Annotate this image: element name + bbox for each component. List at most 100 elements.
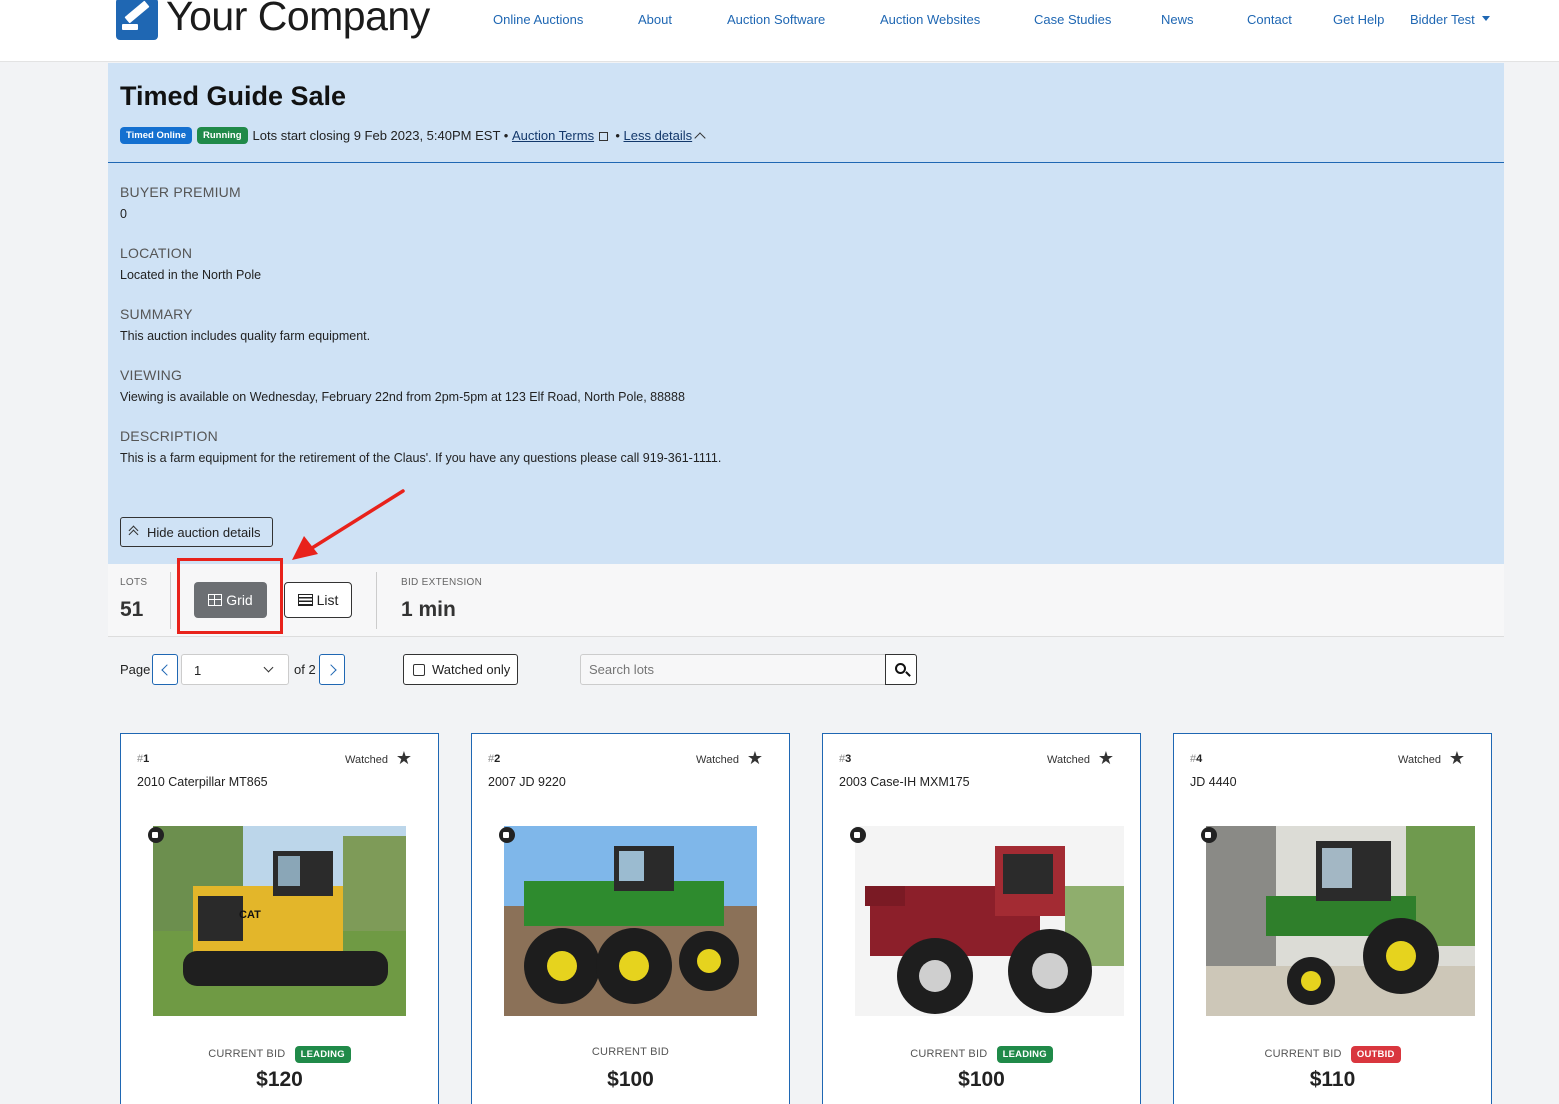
- field-value: This auction includes quality farm equip…: [120, 329, 371, 343]
- video-icon: [1201, 827, 1217, 843]
- current-bid-row: CURRENT BID LEADING: [121, 1046, 438, 1063]
- lot-image[interactable]: [488, 826, 773, 1016]
- current-bid-label: CURRENT BID: [208, 1048, 286, 1060]
- annotation-highlight-box: [177, 558, 283, 634]
- current-bid-amount: $110: [1309, 1068, 1356, 1091]
- checkbox-icon: [413, 664, 425, 676]
- details-divider: [108, 162, 1504, 163]
- watched-only-label: Watched only: [432, 662, 511, 677]
- tractor-photo-jd4440: [1206, 826, 1475, 1016]
- less-details-link[interactable]: Less details: [624, 128, 693, 143]
- video-icon: [148, 827, 164, 843]
- lot-title[interactable]: 2003 Case-IH MXM175: [839, 775, 970, 789]
- watched-label: Watched: [695, 754, 739, 766]
- tractor-photo-jd9220: [504, 826, 757, 1016]
- current-bid-amount: $120: [256, 1068, 303, 1091]
- chevron-left-icon: [161, 664, 173, 676]
- auction-meta-row: Timed Online Running Lots start closing …: [120, 127, 706, 144]
- bid-status-badge: OUTBID: [1350, 1046, 1401, 1063]
- current-bid-row: CURRENT BID: [472, 1046, 789, 1058]
- current-bid-amount: $100: [607, 1068, 654, 1091]
- lots-label: LOTS: [120, 577, 148, 588]
- hide-details-label: Hide auction details: [147, 524, 261, 540]
- lot-card[interactable]: #1 Watched ★ 2010 Caterpillar MT865 CAT …: [120, 733, 439, 1104]
- current-bid-amount: $100: [958, 1068, 1005, 1091]
- bullet-separator: •: [615, 128, 620, 143]
- chevron-down-icon: [263, 662, 274, 673]
- tractor-photo-cat: CAT: [153, 826, 406, 1016]
- video-icon: [850, 827, 866, 843]
- bid-extension-value: 1 min: [401, 598, 456, 621]
- auction-stats-bar: LOTS 51 Grid List BID EXTENSION 1 min: [108, 564, 1504, 637]
- star-icon[interactable]: ★: [747, 749, 763, 767]
- location-field: LOCATION Located in the North Pole: [120, 245, 261, 282]
- nav-get-help[interactable]: Get Help: [1333, 12, 1384, 27]
- lot-title[interactable]: 2010 Caterpillar MT865: [137, 775, 268, 789]
- watched-only-toggle[interactable]: Watched only: [403, 654, 518, 685]
- page-select[interactable]: 1: [181, 654, 289, 685]
- bid-status-badge: LEADING: [996, 1046, 1053, 1063]
- auction-terms-link[interactable]: Auction Terms: [512, 128, 594, 143]
- nav-auction-websites[interactable]: Auction Websites: [880, 12, 980, 27]
- nav-online-auctions[interactable]: Online Auctions: [493, 12, 583, 27]
- field-value: Located in the North Pole: [120, 268, 262, 282]
- prev-page-button[interactable]: [152, 654, 178, 685]
- nav-case-studies[interactable]: Case Studies: [1034, 12, 1111, 27]
- lot-card[interactable]: #4 Watched ★ JD 4440 CURRENT BID OUTBID …: [1173, 733, 1492, 1104]
- field-label: BUYER PREMIUM: [120, 184, 241, 200]
- buyer-premium-field: BUYER PREMIUM 0: [120, 184, 241, 221]
- page-label: Page: [120, 662, 151, 677]
- nav-contact[interactable]: Contact: [1247, 12, 1292, 27]
- stats-separator: [376, 572, 377, 629]
- lot-image[interactable]: [1190, 826, 1475, 1016]
- lot-image[interactable]: CAT: [137, 826, 422, 1016]
- user-menu-dropdown[interactable]: Bidder Test: [1410, 12, 1490, 27]
- lot-card[interactable]: #2 Watched ★ 2007 JD 9220 CURRENT BID $1…: [471, 733, 790, 1104]
- search-lots-input[interactable]: [580, 654, 886, 685]
- field-value: Viewing is available on Wednesday, Febru…: [120, 390, 685, 404]
- lot-title[interactable]: 2007 JD 9220: [488, 775, 566, 789]
- list-label: List: [316, 592, 339, 608]
- nav-news[interactable]: News: [1161, 12, 1194, 27]
- viewing-field: VIEWING Viewing is available on Wednesda…: [120, 367, 685, 404]
- current-bid-row: CURRENT BID LEADING: [823, 1046, 1140, 1063]
- nav-links: Online Auctions About Auction Software A…: [0, 12, 1559, 32]
- summary-field: SUMMARY This auction includes quality fa…: [120, 306, 370, 343]
- current-bid-row: CURRENT BID OUTBID: [1174, 1046, 1491, 1063]
- next-page-button[interactable]: [319, 654, 345, 685]
- field-value: 0: [120, 207, 127, 221]
- page-select-value: 1: [194, 663, 202, 678]
- top-navbar: Your Company Online Auctions About Aucti…: [0, 0, 1559, 62]
- lot-number: #3: [839, 753, 852, 765]
- lot-number: #4: [1190, 753, 1203, 765]
- lot-image[interactable]: [839, 826, 1124, 1016]
- bid-status-badge: LEADING: [294, 1046, 351, 1063]
- star-icon[interactable]: ★: [1098, 749, 1114, 767]
- lot-card[interactable]: #3 Watched ★ 2003 Case-IH MXM175 CURRENT…: [822, 733, 1141, 1104]
- lot-number: #2: [488, 753, 501, 765]
- nav-about[interactable]: About: [638, 12, 672, 27]
- lot-number: #1: [137, 753, 150, 765]
- description-field: DESCRIPTION This is a farm equipment for…: [120, 428, 721, 465]
- current-bid-label: CURRENT BID: [910, 1048, 988, 1060]
- list-icon: [297, 594, 313, 606]
- list-view-button[interactable]: List: [284, 582, 352, 618]
- hide-auction-details-button[interactable]: Hide auction details: [120, 517, 273, 547]
- star-icon[interactable]: ★: [396, 749, 412, 767]
- svg-text:CAT: CAT: [239, 909, 261, 921]
- watched-label: Watched: [1397, 754, 1441, 766]
- star-icon[interactable]: ★: [1449, 749, 1465, 767]
- lot-title[interactable]: JD 4440: [1190, 775, 1237, 789]
- nav-auction-software[interactable]: Auction Software: [727, 12, 825, 27]
- chevron-up-icon: [694, 131, 706, 144]
- field-value: This is a farm equipment for the retirem…: [120, 451, 722, 465]
- lots-count: 51: [120, 598, 144, 621]
- search-button[interactable]: [885, 654, 917, 685]
- auction-type-badge: Timed Online: [120, 127, 193, 144]
- field-label: VIEWING: [120, 367, 183, 383]
- field-label: SUMMARY: [120, 306, 193, 322]
- auction-status-badge: Running: [197, 127, 248, 144]
- current-bid-label: CURRENT BID: [591, 1046, 670, 1058]
- field-label: LOCATION: [120, 245, 193, 261]
- watched-label: Watched: [1046, 754, 1090, 766]
